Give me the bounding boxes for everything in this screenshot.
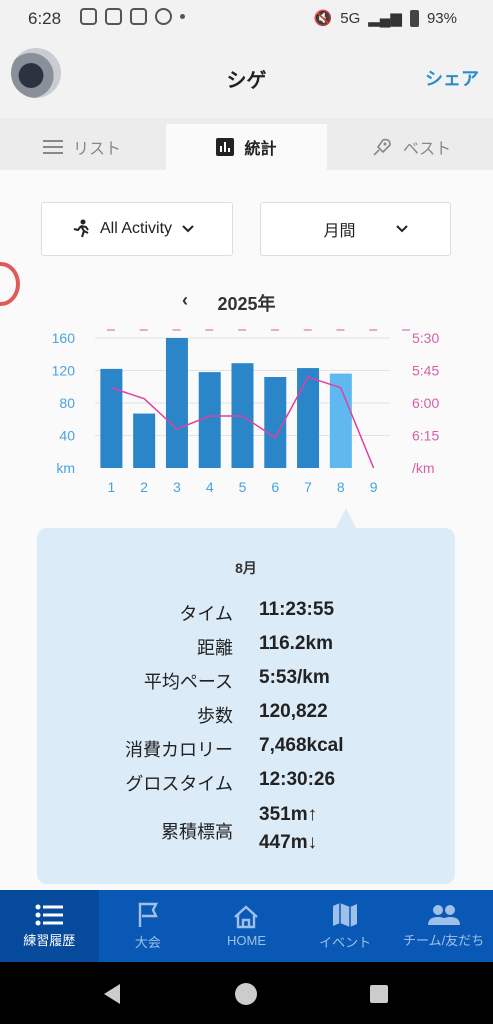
nav-home-label: HOME [226, 932, 266, 948]
view-tabs: リスト 統計 ベスト [0, 118, 493, 170]
nav-home[interactable]: HOME [197, 890, 296, 962]
nav-training-history[interactable]: 練習履歴 [0, 890, 99, 962]
gross-time-value: 12:30:26 [259, 769, 336, 790]
tab-stats-label: 統計 [244, 141, 277, 158]
time-value: 11:23:55 [259, 599, 335, 620]
chevron-down-icon [395, 225, 408, 233]
nav-events[interactable]: イベント [296, 890, 395, 962]
nav-events-label: イベント [319, 934, 372, 950]
signal-icon: ▂▄▆ [368, 10, 402, 27]
map-icon [333, 902, 358, 927]
x-axis-tick: 4 [206, 479, 214, 495]
tab-list[interactable]: リスト [0, 124, 164, 170]
chart-bar [100, 368, 123, 468]
left-axis-tick: 120 [52, 363, 76, 379]
share-button[interactable]: シェア [425, 65, 479, 91]
battery-level: 93% [426, 9, 457, 27]
runner-icon [73, 219, 89, 238]
chevron-down-icon [182, 225, 194, 233]
status-time: 6:28 [28, 9, 62, 28]
x-axis-tick: 8 [337, 479, 345, 495]
tab-best[interactable]: ベスト [329, 124, 493, 170]
chart-bar [133, 413, 156, 468]
steps-value: 120,822 [259, 701, 328, 722]
back-icon[interactable] [104, 984, 120, 1004]
network-label: 5G [340, 9, 361, 27]
calories-label: 消費カロリー [125, 740, 233, 760]
mute-icon: 🔇 [313, 10, 333, 27]
period-dropdown[interactable]: 月間 [260, 202, 451, 256]
right-axis-tick: 5:45 [412, 363, 439, 379]
chart-bar [165, 338, 188, 468]
elevation-label: 累積標高 [161, 822, 233, 842]
list-icon [35, 904, 64, 925]
chart-bar [198, 372, 221, 468]
page-title: シゲ [226, 70, 267, 92]
status-bar: 6:28 🔇 5G ▂▄▆ 93% [0, 0, 493, 38]
detail-month: 8月 [235, 560, 257, 576]
notification-icons [80, 8, 185, 25]
system-status: 🔇 5G ▂▄▆ 93% [314, 9, 457, 27]
nav-team-friends[interactable]: チーム/友だち [394, 890, 493, 962]
system-nav-bar [0, 962, 493, 1024]
distance-label: 距離 [197, 638, 233, 658]
notification-icon [80, 8, 97, 25]
info-icon [155, 8, 172, 25]
stats-content: All Activity 月間 ‹ 2025年 160 5:30 120 5:45 80… [0, 170, 493, 890]
bottom-nav: 練習履歴 大会 HOME イベント チーム/友だち [0, 890, 493, 962]
left-axis-tick: 80 [59, 395, 75, 411]
gross-time-label: グロスタイム [125, 774, 233, 794]
app-notification-icon [105, 8, 122, 25]
avg-pace-label: 平均ペース [143, 672, 233, 692]
nav-team-friends-label: チーム/友だち [403, 932, 485, 948]
tab-stats[interactable]: 統計 [166, 124, 327, 170]
month-detail-card: 8月 タイム 11:23:55 距離 116.2km 平均ペース 5:53/km… [37, 528, 455, 884]
activity-dropdown[interactable]: All Activity [41, 202, 233, 256]
activity-dropdown-value: All Activity [100, 220, 173, 237]
x-axis-tick: 6 [271, 479, 279, 495]
left-axis-tick: 160 [52, 330, 76, 346]
x-axis-tick: 5 [239, 479, 247, 495]
avg-pace-value: 5:53/km [259, 667, 330, 688]
elevation-up-value: 351m↑ [259, 804, 318, 825]
app-header: シゲ シェア [0, 38, 493, 118]
nav-training-history-label: 練習履歴 [23, 932, 76, 948]
calories-value: 7,468kcal [259, 735, 344, 756]
left-axis-tick: 40 [59, 428, 75, 444]
right-axis-tick: 5:30 [412, 330, 439, 346]
right-axis-tick: 6:15 [412, 428, 439, 444]
elevation-down-value: 447m↓ [259, 832, 318, 853]
nav-races[interactable]: 大会 [99, 890, 198, 962]
monthly-chart: 160 5:30 120 5:45 80 6:00 40 6:15 km/km 1 2 3 4 5 6 7 8 9 [52, 329, 439, 495]
home-icon [234, 904, 259, 928]
x-axis-tick: 3 [173, 479, 181, 495]
steps-label: 歩数 [197, 706, 233, 726]
tab-list-label: リスト [72, 141, 121, 158]
x-axis-tick: 7 [304, 479, 312, 495]
right-axis-tick: 6:00 [412, 395, 439, 411]
chart-bar [297, 368, 320, 468]
flag-icon [138, 902, 158, 927]
year-label: 2025年 [217, 294, 276, 314]
period-dropdown-value: 月間 [323, 223, 356, 240]
left-axis-tick: km [56, 460, 75, 476]
tab-best-label: ベスト [402, 141, 452, 158]
bar-chart-icon [216, 138, 235, 156]
right-axis-tick: /km [412, 460, 435, 476]
time-label: タイム [179, 604, 233, 624]
x-axis-tick: 2 [140, 479, 148, 495]
list-icon [42, 140, 63, 154]
battery-icon [409, 9, 419, 27]
people-icon [427, 904, 460, 925]
x-axis-tick: 1 [107, 479, 115, 495]
detail-pointer [336, 508, 356, 528]
more-notifications-dot [180, 14, 185, 19]
nav-races-label: 大会 [134, 934, 161, 950]
x-axis-tick: 9 [370, 479, 378, 495]
home-circle-icon[interactable] [235, 983, 257, 1005]
distance-value: 116.2km [259, 633, 333, 654]
rocket-icon [373, 138, 391, 156]
recent-apps-icon[interactable] [370, 985, 388, 1003]
app-notification-icon [130, 8, 147, 25]
